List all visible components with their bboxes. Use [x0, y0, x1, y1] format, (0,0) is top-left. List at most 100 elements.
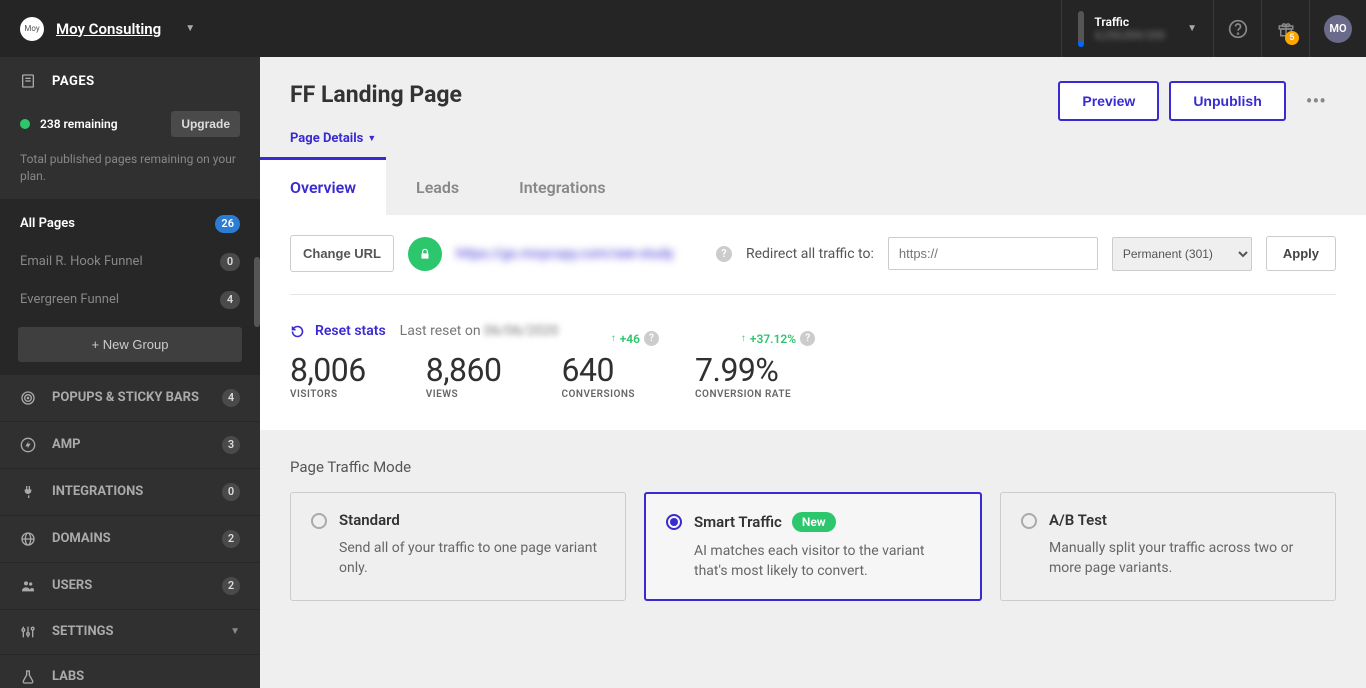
gift-badge: 5: [1285, 31, 1299, 45]
page-details-toggle[interactable]: Page Details ▼: [260, 121, 1366, 146]
sidebar-nav-users[interactable]: USERS 2: [0, 562, 260, 609]
stat-delta: +37.12%: [750, 332, 796, 346]
mode-card-smart-traffic[interactable]: Smart Traffic New AI matches each visito…: [644, 492, 982, 601]
nav-count: 3: [222, 436, 240, 454]
mode-name: Standard: [339, 511, 400, 529]
apply-button[interactable]: Apply: [1266, 236, 1336, 271]
avatar[interactable]: MO: [1324, 15, 1352, 43]
more-menu-button[interactable]: •••: [1296, 83, 1336, 119]
change-url-button[interactable]: Change URL: [290, 235, 394, 272]
target-icon: [20, 390, 38, 406]
nav-count: 0: [222, 483, 240, 501]
upgrade-button[interactable]: Upgrade: [171, 111, 240, 137]
stat-conversion-rate: ↑+37.12%? 7.99% CONVERSION RATE: [695, 351, 791, 400]
plug-icon: [20, 484, 38, 500]
stat-label: VIEWS: [426, 389, 502, 400]
flask-icon: [20, 669, 38, 685]
pages-list: All Pages 26 Email R. Hook Funnel 0 Ever…: [0, 199, 260, 374]
sidebar-item-label: Email R. Hook Funnel: [20, 254, 143, 269]
nav-label: USERS: [52, 578, 92, 593]
mode-name: Smart Traffic: [694, 513, 782, 531]
reset-date: 06/06/2020: [484, 323, 559, 339]
sidebar-nav-labs[interactable]: LABS: [0, 654, 260, 688]
refresh-icon: [290, 324, 305, 339]
sidebar-item-evergreen[interactable]: Evergreen Funnel 4: [0, 281, 260, 319]
help-icon[interactable]: ?: [716, 246, 732, 262]
nav-count: 2: [222, 530, 240, 548]
stat-views: 8,860 VIEWS: [426, 351, 502, 400]
mode-desc: AI matches each visitor to the variant t…: [694, 542, 960, 581]
account-switcher[interactable]: Moy Moy Consulting ▼: [0, 17, 195, 41]
traffic-mode-title: Page Traffic Mode: [290, 458, 1336, 476]
globe-icon: [20, 531, 38, 547]
sidebar-item-count: 4: [220, 291, 240, 309]
stat-value: 8,006: [290, 351, 366, 389]
sidebar-item-all-pages[interactable]: All Pages 26: [0, 205, 260, 243]
unpublish-button[interactable]: Unpublish: [1169, 81, 1285, 121]
traffic-mode-section: Page Traffic Mode Standard Send all of y…: [260, 430, 1366, 641]
page-title: FF Landing Page: [290, 81, 462, 108]
traffic-widget[interactable]: Traffic 4,250,000/200 ▼: [1061, 0, 1214, 57]
nav-label: SETTINGS: [52, 624, 114, 639]
stat-value: 7.99%: [695, 351, 791, 389]
radio-icon: [666, 514, 682, 530]
tab-leads[interactable]: Leads: [386, 160, 489, 215]
redirect-type-select[interactable]: Permanent (301): [1112, 237, 1252, 271]
tab-content: Change URL https://go.moycopy.com/see-st…: [260, 215, 1366, 430]
stat-label: CONVERSIONS: [561, 389, 635, 400]
sidebar-item-label: Evergreen Funnel: [20, 292, 119, 307]
sidebar-nav-domains[interactable]: DOMAINS 2: [0, 515, 260, 562]
chevron-down-icon: ▼: [1187, 23, 1197, 34]
help-icon[interactable]: ?: [800, 331, 815, 346]
bolt-icon: [20, 437, 38, 453]
page-details-label: Page Details: [290, 131, 363, 146]
tab-overview[interactable]: Overview: [260, 160, 386, 215]
reset-stats-link[interactable]: Reset stats: [315, 323, 386, 339]
chevron-down-icon: ▼: [185, 23, 195, 34]
new-group-button[interactable]: + New Group: [18, 327, 242, 362]
preview-button[interactable]: Preview: [1058, 81, 1159, 121]
quota-remaining: 238 remaining: [40, 117, 118, 131]
users-icon: [20, 578, 38, 594]
stat-visitors: 8,006 VISITORS: [290, 351, 366, 400]
sidebar-nav-integrations[interactable]: INTEGRATIONS 0: [0, 468, 260, 515]
arrow-up-icon: ↑: [741, 333, 746, 344]
company-logo: Moy: [20, 17, 44, 41]
nav-label: AMP: [52, 437, 81, 452]
mode-desc: Send all of your traffic to one page var…: [339, 539, 605, 578]
new-badge: New: [792, 512, 836, 532]
traffic-value: 4,250,000/200: [1094, 29, 1165, 42]
radio-icon: [1021, 513, 1037, 529]
tab-integrations[interactable]: Integrations: [489, 160, 635, 215]
help-button[interactable]: [1214, 0, 1262, 57]
sidebar-header-pages[interactable]: PAGES: [0, 57, 260, 105]
chevron-down-icon: ▼: [230, 626, 240, 637]
nav-count: 4: [222, 389, 240, 407]
redirect-input[interactable]: [888, 237, 1098, 270]
help-icon[interactable]: ?: [644, 331, 659, 346]
gift-button[interactable]: 5: [1262, 0, 1310, 57]
topbar: Moy Moy Consulting ▼ Traffic 4,250,000/2…: [0, 0, 1366, 57]
sidebar-item-label: All Pages: [20, 216, 75, 231]
reset-meta-prefix: Last reset on: [400, 323, 484, 339]
mode-card-ab-test[interactable]: A/B Test Manually split your traffic acr…: [1000, 492, 1336, 601]
sidebar-nav-settings[interactable]: SETTINGS ▼: [0, 609, 260, 654]
sidebar-nav-popups[interactable]: POPUPS & STICKY BARS 4: [0, 374, 260, 421]
mode-name: A/B Test: [1049, 511, 1107, 529]
page-url[interactable]: https://go.moycopy.com/see-study: [456, 246, 674, 262]
stat-label: VISITORS: [290, 389, 366, 400]
lock-icon: [408, 237, 442, 271]
sidebar-item-count: 26: [215, 215, 240, 233]
nav-label: POPUPS & STICKY BARS: [52, 390, 199, 405]
sidebar-item-count: 0: [220, 253, 240, 271]
mode-card-standard[interactable]: Standard Send all of your traffic to one…: [290, 492, 626, 601]
help-circle-icon: [1228, 19, 1248, 39]
nav-count: 2: [222, 577, 240, 595]
nav-label: INTEGRATIONS: [52, 484, 143, 499]
traffic-meter: [1078, 11, 1084, 47]
traffic-label: Traffic: [1094, 15, 1165, 29]
radio-icon: [311, 513, 327, 529]
stat-delta: +46: [620, 332, 640, 346]
sidebar-item-email-hook[interactable]: Email R. Hook Funnel 0: [0, 243, 260, 281]
sidebar-nav-amp[interactable]: AMP 3: [0, 421, 260, 468]
